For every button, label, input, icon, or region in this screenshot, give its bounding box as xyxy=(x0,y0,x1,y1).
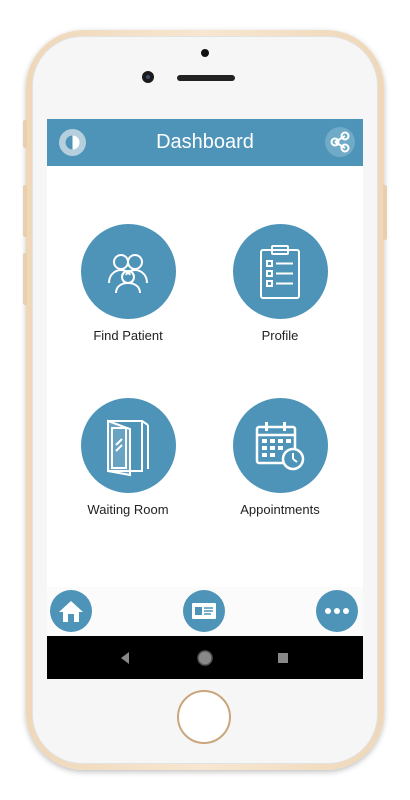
side-button-right xyxy=(383,185,387,240)
tile-label: Find Patient xyxy=(93,328,163,343)
people-icon[interactable] xyxy=(80,224,176,319)
clipboard-icon[interactable] xyxy=(232,224,328,319)
tile-find-patient[interactable]: Find Patient xyxy=(53,224,203,343)
bottom-nav xyxy=(47,587,363,636)
hardware-home-button[interactable] xyxy=(177,690,231,744)
id-card-icon[interactable] xyxy=(183,590,225,632)
system-nav-bar xyxy=(47,636,363,679)
side-button-left-3 xyxy=(23,253,27,305)
tile-label: Appointments xyxy=(240,502,320,517)
tile-profile[interactable]: Profile xyxy=(205,224,355,343)
earpiece xyxy=(177,75,235,81)
home-icon[interactable] xyxy=(50,590,92,632)
home-circle-icon[interactable] xyxy=(185,636,225,679)
page-title: Dashboard xyxy=(156,131,254,153)
tile-label: Waiting Room xyxy=(87,502,169,517)
tile-appointments[interactable]: Appointments xyxy=(205,398,355,517)
proximity-sensor xyxy=(201,49,209,57)
door-icon[interactable] xyxy=(80,398,176,493)
tile-waiting-room[interactable]: Waiting Room xyxy=(53,398,203,517)
side-button-left-2 xyxy=(23,185,27,237)
recent-apps-icon[interactable] xyxy=(263,636,303,679)
calendar-clock-icon[interactable] xyxy=(232,398,328,493)
back-icon[interactable] xyxy=(105,636,145,679)
app-header: Dashboard xyxy=(47,119,363,166)
more-icon[interactable] xyxy=(316,590,358,632)
tile-label: Profile xyxy=(261,328,299,343)
side-button-left-1 xyxy=(23,120,27,148)
front-camera xyxy=(142,71,154,83)
share-icon[interactable] xyxy=(325,127,355,157)
app-screen: Dashboard Find Patient Profile Waiting R… xyxy=(47,119,363,679)
